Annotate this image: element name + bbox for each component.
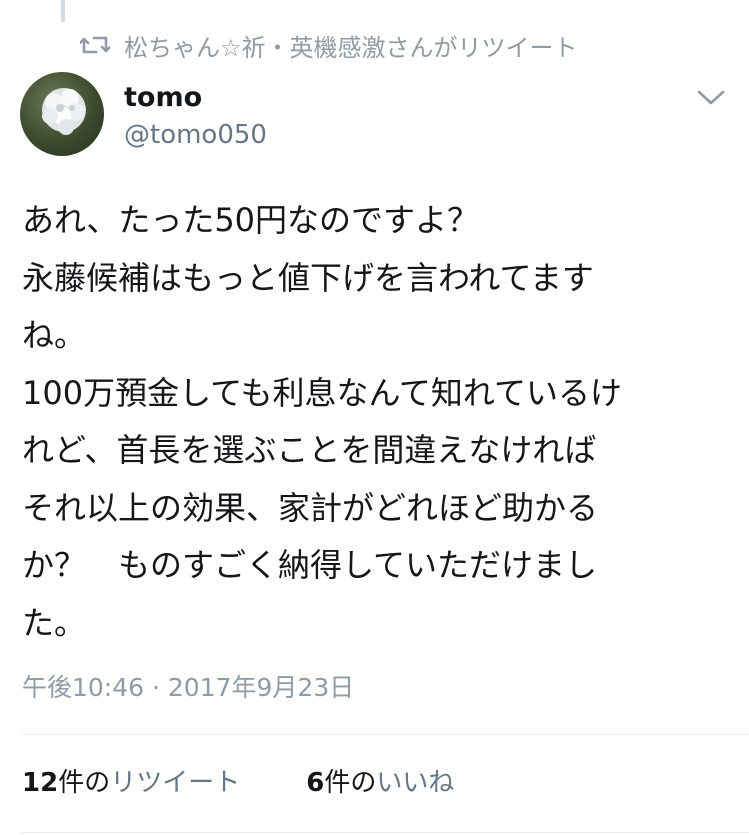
like-unit: 件の xyxy=(324,768,377,798)
chevron-down-icon[interactable] xyxy=(696,86,726,110)
author-handle[interactable]: @tomo050 xyxy=(124,120,267,150)
tweet-stats: 12 件の リツイート 6 件の いいね xyxy=(22,762,454,799)
like-label: いいね xyxy=(376,768,455,798)
retweet-unit: 件の xyxy=(58,768,111,798)
tweet-text: あれ、たった50円なのですよ？ 永藤候補はもっと値下げを言われてます ね。 10… xyxy=(22,192,734,652)
tweet-text-line: 100万預金しても利息なんて知れているけ xyxy=(22,373,622,412)
tweet-text-line: れど、首長を選ぶことを間違えなければ xyxy=(22,431,597,469)
retweets-stat[interactable]: 12 件の リツイート xyxy=(22,762,240,799)
tweet-text-line: 永藤候補はもっと値下げを言われてます xyxy=(22,258,594,297)
retweet-label: リツイート xyxy=(110,768,241,798)
retweet-count: 12 xyxy=(22,768,59,798)
thread-connector-line xyxy=(61,0,65,22)
divider xyxy=(22,832,749,833)
tweet-text-line: それ以上の効果、家計がどれほど助かる xyxy=(22,488,599,527)
retweet-icon xyxy=(80,36,110,54)
like-count: 6 xyxy=(306,768,325,798)
hydrangea-flower-avatar xyxy=(42,88,86,135)
likes-stat[interactable]: 6 件の いいね xyxy=(306,762,454,799)
tweet-text-line: か？ ものすごく納得していただけまし xyxy=(22,546,598,584)
divider xyxy=(22,734,749,735)
tweet-timestamp[interactable]: 午後10:46 · 2017年9月23日 xyxy=(22,668,354,704)
tweet-text-line: ね。 xyxy=(22,316,87,354)
tweet-text-line: あれ、たった50円なのですよ？ xyxy=(22,201,480,239)
retweet-context[interactable]: 松ちゃん☆祈・英機感激さんがリツイート xyxy=(80,28,578,62)
retweet-context-text: 松ちゃん☆祈・英機感激さんがリツイート xyxy=(124,33,578,62)
avatar[interactable] xyxy=(20,72,104,156)
author-name[interactable]: tomo xyxy=(124,82,202,113)
tweet-text-line: た。 xyxy=(22,603,87,642)
